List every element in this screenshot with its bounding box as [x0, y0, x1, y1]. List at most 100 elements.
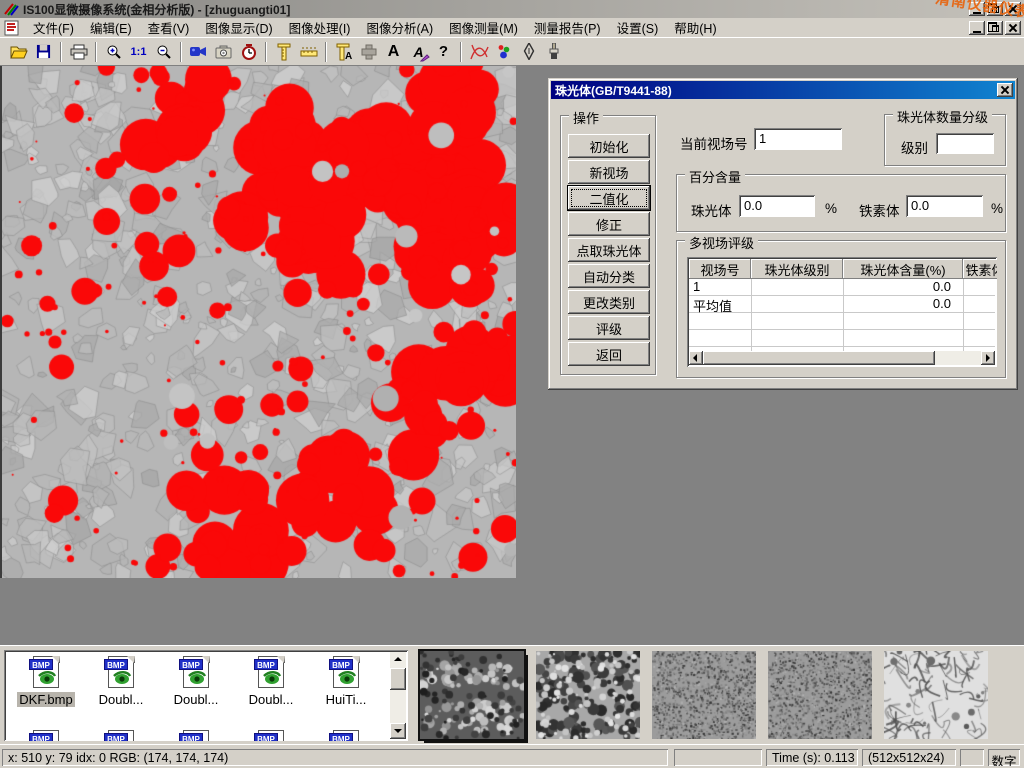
document-icon[interactable] [4, 20, 21, 36]
cell-pearlite-avg[interactable]: 0.0 [845, 296, 951, 313]
window-close-button[interactable] [1005, 2, 1021, 16]
menu-view[interactable]: 查看(V) [140, 16, 198, 39]
new-field-button[interactable]: 新视场 [568, 160, 650, 184]
scroll-thumb[interactable] [703, 351, 935, 365]
thumbnail-image[interactable] [768, 651, 872, 739]
camera-capture-button[interactable] [211, 40, 236, 64]
help-button[interactable]: ? [431, 40, 456, 64]
text-button[interactable]: A [381, 40, 406, 64]
dialog-title-bar[interactable]: 珠光体(GB/T9441-88) [551, 81, 1015, 99]
grade-group: 珠光体数量分级 级别 [884, 114, 1006, 166]
brush-tool-button[interactable] [541, 40, 566, 64]
thumbnail-image[interactable] [652, 651, 756, 739]
actual-size-button[interactable]: 1:1 [126, 40, 151, 64]
file-item[interactable]: BMP DKF.bmp [10, 656, 82, 707]
file-item[interactable]: BMP Doubl... [160, 656, 232, 707]
scroll-thumb[interactable] [390, 668, 406, 690]
col-header-field[interactable]: 视场号 [689, 259, 751, 279]
measure-label-button[interactable]: A [331, 40, 356, 64]
menu-image-display[interactable]: 图像显示(D) [197, 16, 280, 39]
grid-button[interactable] [356, 40, 381, 64]
horizontal-measure-button[interactable] [296, 40, 321, 64]
auto-classify-button[interactable]: 自动分类 [568, 264, 650, 288]
menu-measure-report[interactable]: 测量报告(P) [526, 16, 609, 39]
timer-button[interactable] [236, 40, 261, 64]
back-button[interactable]: 返回 [568, 342, 650, 366]
menu-image-processing[interactable]: 图像处理(I) [281, 16, 359, 39]
file-vscrollbar[interactable] [390, 652, 406, 739]
child-minimize-button[interactable] [969, 21, 985, 35]
menu-file[interactable]: 文件(F) [25, 16, 82, 39]
thumbnail-image[interactable] [884, 651, 988, 739]
file-name[interactable]: DKF.bmp [17, 692, 74, 707]
dialog-close-button[interactable] [997, 83, 1013, 97]
cell-field-1[interactable]: 1 [693, 279, 749, 296]
scroll-track[interactable] [935, 351, 981, 365]
child-restore-button[interactable] [987, 21, 1003, 35]
rating-table[interactable]: 视场号 珠光体级别 珠光体含量(%) 铁素体 1 0.0 平均值 0.0 [687, 257, 997, 367]
binarize-button[interactable]: 二值化 [568, 186, 650, 210]
scroll-left-button[interactable] [689, 351, 703, 365]
annotate-button[interactable]: A [406, 40, 431, 64]
menu-settings[interactable]: 设置(S) [609, 16, 667, 39]
grade-input[interactable] [936, 133, 994, 154]
child-close-button[interactable] [1005, 21, 1021, 35]
cell-field-avg[interactable]: 平均值 [693, 296, 749, 313]
menu-edit[interactable]: 编辑(E) [82, 16, 140, 39]
zoom-out-button[interactable] [151, 40, 176, 64]
save-button[interactable] [31, 40, 56, 64]
minimize-icon [973, 12, 981, 14]
cell-pearlite-1[interactable]: 0.0 [845, 279, 951, 296]
init-button[interactable]: 初始化 [568, 134, 650, 158]
file-item[interactable]: BMP Doubl... [235, 656, 307, 707]
change-class-button[interactable]: 更改类别 [568, 290, 650, 314]
menu-image-measure[interactable]: 图像测量(M) [441, 16, 526, 39]
percent-group: 百分含量 珠光体 0.0 % 铁素体 0.0 % [676, 174, 1006, 232]
menu-image-analysis[interactable]: 图像分析(A) [358, 16, 441, 39]
video-capture-button[interactable] [186, 40, 211, 64]
file-item[interactable]: BMP [235, 730, 307, 741]
col-header-ferrite[interactable]: 铁素体 [963, 259, 997, 279]
scroll-down-button[interactable] [390, 723, 406, 739]
file-item[interactable]: BMP HuiTi... [310, 656, 382, 707]
thumbnail-image[interactable] [420, 651, 524, 739]
open-file-button[interactable] [6, 40, 31, 64]
current-field-input[interactable]: 1 [754, 128, 842, 150]
file-item[interactable]: BMP [160, 730, 232, 741]
pencil-icon [420, 52, 430, 62]
ferrite-input[interactable]: 0.0 [906, 195, 983, 217]
print-button[interactable] [66, 40, 91, 64]
pick-pearlite-button[interactable]: 点取珠光体 [568, 238, 650, 262]
arrow-right-icon [986, 354, 990, 362]
pen-tool-button[interactable] [516, 40, 541, 64]
file-name[interactable]: Doubl... [97, 692, 146, 707]
file-item[interactable]: BMP Doubl... [85, 656, 157, 707]
col-header-grade[interactable]: 珠光体级别 [751, 259, 843, 279]
classify-tool-button[interactable] [491, 40, 516, 64]
curve-tool-button[interactable] [466, 40, 491, 64]
window-restore-button[interactable] [987, 2, 1003, 16]
file-item[interactable]: BMP [310, 730, 382, 741]
metallograph-image[interactable] [0, 66, 516, 578]
vertical-measure-button[interactable] [271, 40, 296, 64]
rate-button[interactable]: 评级 [568, 316, 650, 340]
table-hscrollbar[interactable] [689, 351, 995, 365]
caliper-text-icon: A [335, 43, 353, 61]
thumbnail-image[interactable] [536, 651, 640, 739]
file-name[interactable]: Doubl... [247, 692, 296, 707]
grade-group-label: 珠光体数量分级 [893, 107, 992, 126]
window-minimize-button[interactable] [969, 2, 985, 16]
close-icon [1009, 24, 1017, 32]
file-item[interactable]: BMP [85, 730, 157, 741]
file-name[interactable]: HuiTi... [324, 692, 369, 707]
file-browser[interactable]: BMP DKF.bmp BMP Doubl... BMP Doubl... BM… [4, 650, 408, 741]
file-name[interactable]: Doubl... [172, 692, 221, 707]
file-item[interactable]: BMP [10, 730, 82, 741]
correct-button[interactable]: 修正 [568, 212, 650, 236]
col-header-pearlite[interactable]: 珠光体含量(%) [843, 259, 963, 279]
zoom-in-button[interactable] [101, 40, 126, 64]
grid-cross-icon [361, 44, 377, 60]
menu-help[interactable]: 帮助(H) [666, 16, 724, 39]
pearlite-input[interactable]: 0.0 [739, 195, 815, 217]
scroll-right-button[interactable] [981, 351, 995, 365]
